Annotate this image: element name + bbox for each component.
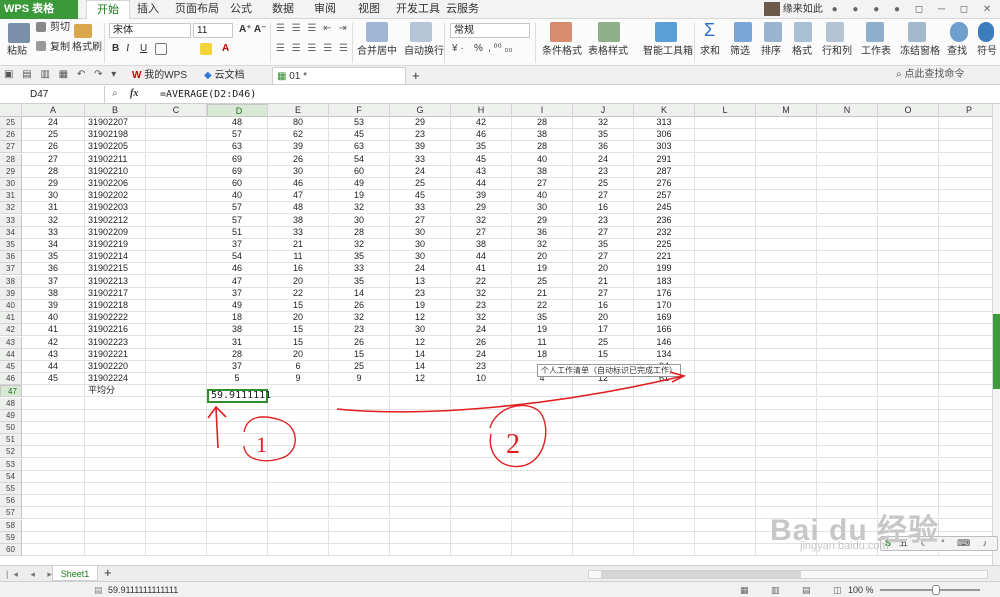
zoom-level[interactable]: 100 %	[848, 582, 874, 597]
status-value: 59.9111111111111	[108, 585, 179, 595]
zoom-slider[interactable]	[880, 585, 980, 595]
vertical-scrollbar[interactable]	[992, 104, 1000, 565]
sheet-tab-bar: |◂ ◂ ▸ ▸| Sheet1 +	[0, 565, 1000, 581]
view-mode-icons[interactable]: ▦ ▥ ▤ ◫	[740, 582, 852, 597]
zoom-slider-knob[interactable]	[932, 585, 940, 595]
annotation-arrow-up	[207, 405, 227, 449]
sheet-tab-sheet1[interactable]: Sheet1	[52, 566, 98, 581]
add-sheet-button[interactable]: +	[104, 565, 112, 581]
horizontal-scrollbar[interactable]	[588, 570, 988, 579]
annotation-label-2: 2	[506, 429, 520, 460]
annotation-arrow-right	[336, 371, 687, 413]
status-icon: ▤	[94, 585, 103, 595]
scrollbar-thumb[interactable]	[993, 314, 1000, 389]
status-bar: ▤ 59.9111111111111 ▦ ▥ ▤ ◫ 100 %	[0, 581, 1000, 597]
annotation-label-1: 1	[256, 432, 267, 457]
watermark-url: jingyan.baidu.com	[800, 540, 889, 552]
hscroll-thumb[interactable]	[601, 571, 801, 578]
spreadsheet-window: { "app":{"name":"WPS 表格","tabs":["开始","插…	[0, 0, 1000, 597]
annotation-circle-1	[243, 416, 296, 462]
